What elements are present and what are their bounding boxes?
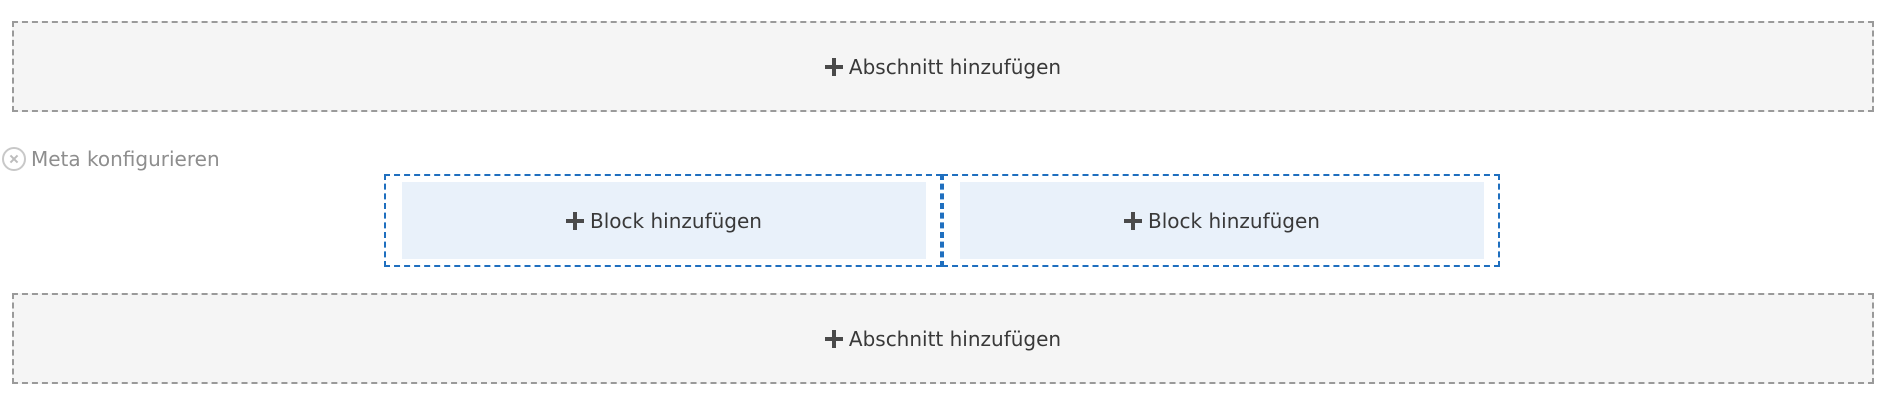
layout-column-2: Block hinzufügen: [942, 174, 1500, 267]
close-circle-icon[interactable]: [2, 147, 26, 171]
add-block-label-wrap-2: Block hinzufügen: [1124, 209, 1320, 233]
plus-icon: [566, 211, 585, 230]
layout-column-1: Block hinzufügen: [384, 174, 942, 267]
plus-icon: [824, 329, 843, 348]
add-section-bottom-label-wrap: Abschnitt hinzufügen: [824, 326, 1062, 351]
add-section-bottom-label: Abschnitt hinzufügen: [848, 326, 1062, 351]
add-section-bottom-button[interactable]: Abschnitt hinzufügen: [12, 293, 1874, 384]
add-section-top-button[interactable]: Abschnitt hinzufügen: [12, 21, 1874, 112]
add-block-label-2: Block hinzufügen: [1148, 208, 1320, 233]
plus-icon: [1124, 211, 1143, 230]
add-block-label-wrap-1: Block hinzufügen: [566, 209, 762, 233]
meta-configure-label: Meta konfigurieren: [31, 147, 220, 171]
plus-icon: [824, 57, 843, 76]
add-block-button-1[interactable]: Block hinzufügen: [402, 182, 926, 259]
add-section-top-label: Abschnitt hinzufügen: [848, 54, 1062, 79]
layout-columns: Block hinzufügen Block hinzufügen: [384, 174, 1500, 267]
add-section-top-label-wrap: Abschnitt hinzufügen: [824, 54, 1062, 79]
add-block-label-1: Block hinzufügen: [590, 208, 762, 233]
meta-configure-toggle[interactable]: Meta konfigurieren: [2, 146, 220, 172]
add-block-button-2[interactable]: Block hinzufügen: [960, 182, 1484, 259]
